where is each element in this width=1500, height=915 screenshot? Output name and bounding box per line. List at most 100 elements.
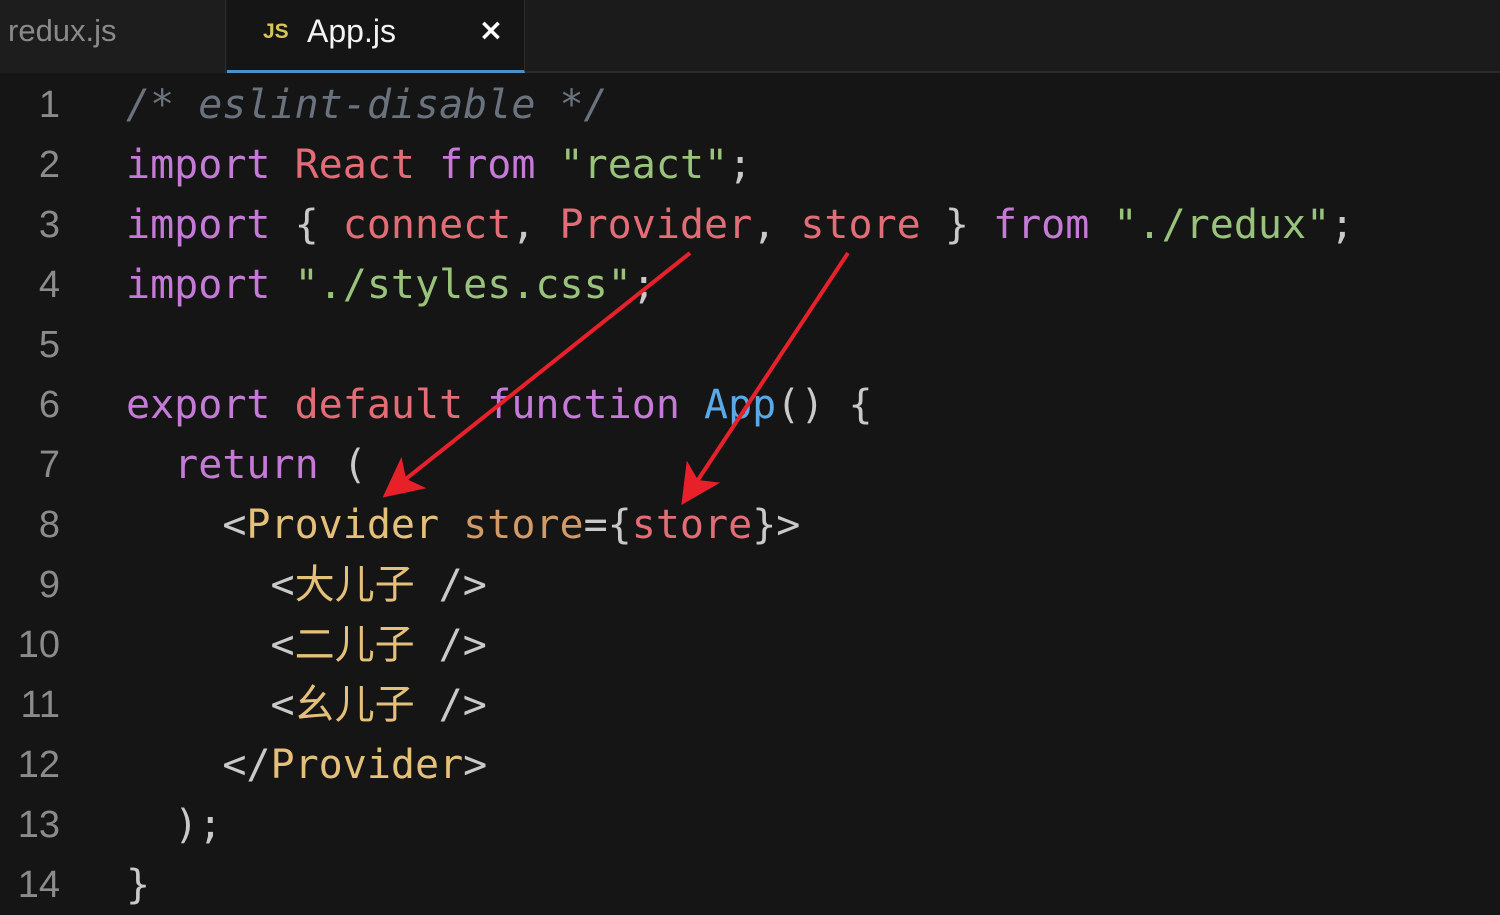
code-line[interactable]: 12 </Provider> <box>0 735 1500 795</box>
line-number: 3 <box>38 204 60 246</box>
code-editor[interactable]: 1 /* eslint-disable */ 2 import React from … <box>0 75 1500 915</box>
code-token: return <box>174 442 319 488</box>
line-number: 2 <box>38 144 60 186</box>
code-text: /* eslint-disable */ <box>126 75 608 135</box>
code-token: /* eslint-disable */ <box>126 82 608 128</box>
code-token: < <box>126 622 295 668</box>
code-token: ; <box>1330 202 1355 248</box>
line-number: 5 <box>38 324 60 366</box>
code-token: Provider <box>270 742 464 788</box>
code-token: < <box>126 562 295 608</box>
code-token: store <box>463 502 584 548</box>
code-token: store <box>631 502 753 548</box>
tab-label: App.js <box>307 13 396 49</box>
line-number: 13 <box>17 804 60 846</box>
line-number: 10 <box>17 624 60 666</box>
code-token: < <box>126 502 247 548</box>
code-line[interactable]: 13 ); <box>0 795 1500 855</box>
line-number: 7 <box>38 444 60 486</box>
code-token: store <box>800 202 921 248</box>
tab-app-js[interactable]: JS App.js × <box>227 0 525 73</box>
code-token: from <box>439 142 536 188</box>
code-token: /> <box>414 562 487 608</box>
code-line[interactable]: 7 return ( <box>0 435 1500 495</box>
code-text: import React from "react"; <box>126 135 752 195</box>
code-token: 大儿子 <box>294 562 415 608</box>
code-token: Provider <box>559 202 753 248</box>
code-token: ; <box>728 142 753 188</box>
code-token: /> <box>414 682 487 728</box>
code-token: </ <box>126 742 271 788</box>
code-line[interactable]: 9 <大儿子 /> <box>0 555 1500 615</box>
code-token: connect <box>342 202 512 248</box>
code-token: "./styles.css" <box>294 262 632 308</box>
tab-label: redux.js <box>8 13 117 48</box>
code-line[interactable]: 14} <box>0 855 1500 915</box>
code-token: < <box>126 682 295 728</box>
code-token: , <box>511 202 560 248</box>
code-token: /> <box>414 622 487 668</box>
editor-tab-bar: redux.js JS App.js × <box>0 0 1500 73</box>
code-token: default <box>294 382 464 428</box>
code-text: <二儿子 /> <box>126 615 487 675</box>
code-token: import <box>126 142 271 188</box>
code-text: export default function App() { <box>126 375 873 435</box>
code-line[interactable]: 2 import React from "react"; <box>0 135 1500 195</box>
code-token: } <box>920 202 993 248</box>
code-text: ); <box>126 795 222 855</box>
code-line[interactable]: 1 /* eslint-disable */ <box>0 75 1500 135</box>
code-token: ={ <box>583 502 632 548</box>
javascript-file-icon: JS <box>263 20 289 43</box>
code-token: function <box>487 382 680 428</box>
code-token: } <box>126 862 151 908</box>
code-line[interactable]: 10 <二儿子 /> <box>0 615 1500 675</box>
code-token: , <box>752 202 801 248</box>
code-line[interactable]: 3 import { connect, Provider, store } fro… <box>0 195 1500 255</box>
code-text: return ( <box>126 435 367 495</box>
code-text: import "./styles.css"; <box>126 255 656 315</box>
code-token: 二儿子 <box>294 622 415 668</box>
line-number: 14 <box>17 864 60 906</box>
code-text: <幺儿子 /> <box>126 675 487 735</box>
code-line[interactable]: 11 <幺儿子 /> <box>0 675 1500 735</box>
code-line[interactable]: 8 <Provider store={store}> <box>0 495 1500 555</box>
code-token: () { <box>776 382 873 428</box>
code-token: 幺儿子 <box>294 682 415 728</box>
code-token: "./redux" <box>1113 202 1331 248</box>
code-line[interactable]: 5 <box>0 315 1500 375</box>
code-token: "react" <box>559 142 729 188</box>
code-token: { <box>270 202 343 248</box>
code-token: ( <box>318 442 367 488</box>
line-number: 1 <box>38 84 60 126</box>
code-text: } <box>126 855 150 915</box>
tab-redux-js[interactable]: redux.js <box>0 0 226 73</box>
code-text: <Provider store={store}> <box>126 495 800 555</box>
code-line[interactable]: 4 import "./styles.css"; <box>0 255 1500 315</box>
line-number: 11 <box>20 684 60 726</box>
close-icon[interactable]: × <box>478 14 504 48</box>
code-line[interactable]: 6 export default function App() { <box>0 375 1500 435</box>
code-text: import { connect, Provider, store } from… <box>126 195 1354 255</box>
code-text: </Provider> <box>126 735 487 795</box>
code-token: App <box>704 382 777 428</box>
code-text: <大儿子 /> <box>126 555 487 615</box>
code-token: import <box>126 262 271 308</box>
code-token: ; <box>631 262 656 308</box>
line-number: 6 <box>38 384 60 426</box>
code-token: export <box>126 382 271 428</box>
code-token: Provider <box>246 502 440 548</box>
code-token: ); <box>126 802 223 848</box>
line-number: 8 <box>38 504 60 546</box>
line-number: 12 <box>17 744 60 786</box>
code-token: }> <box>752 502 801 548</box>
